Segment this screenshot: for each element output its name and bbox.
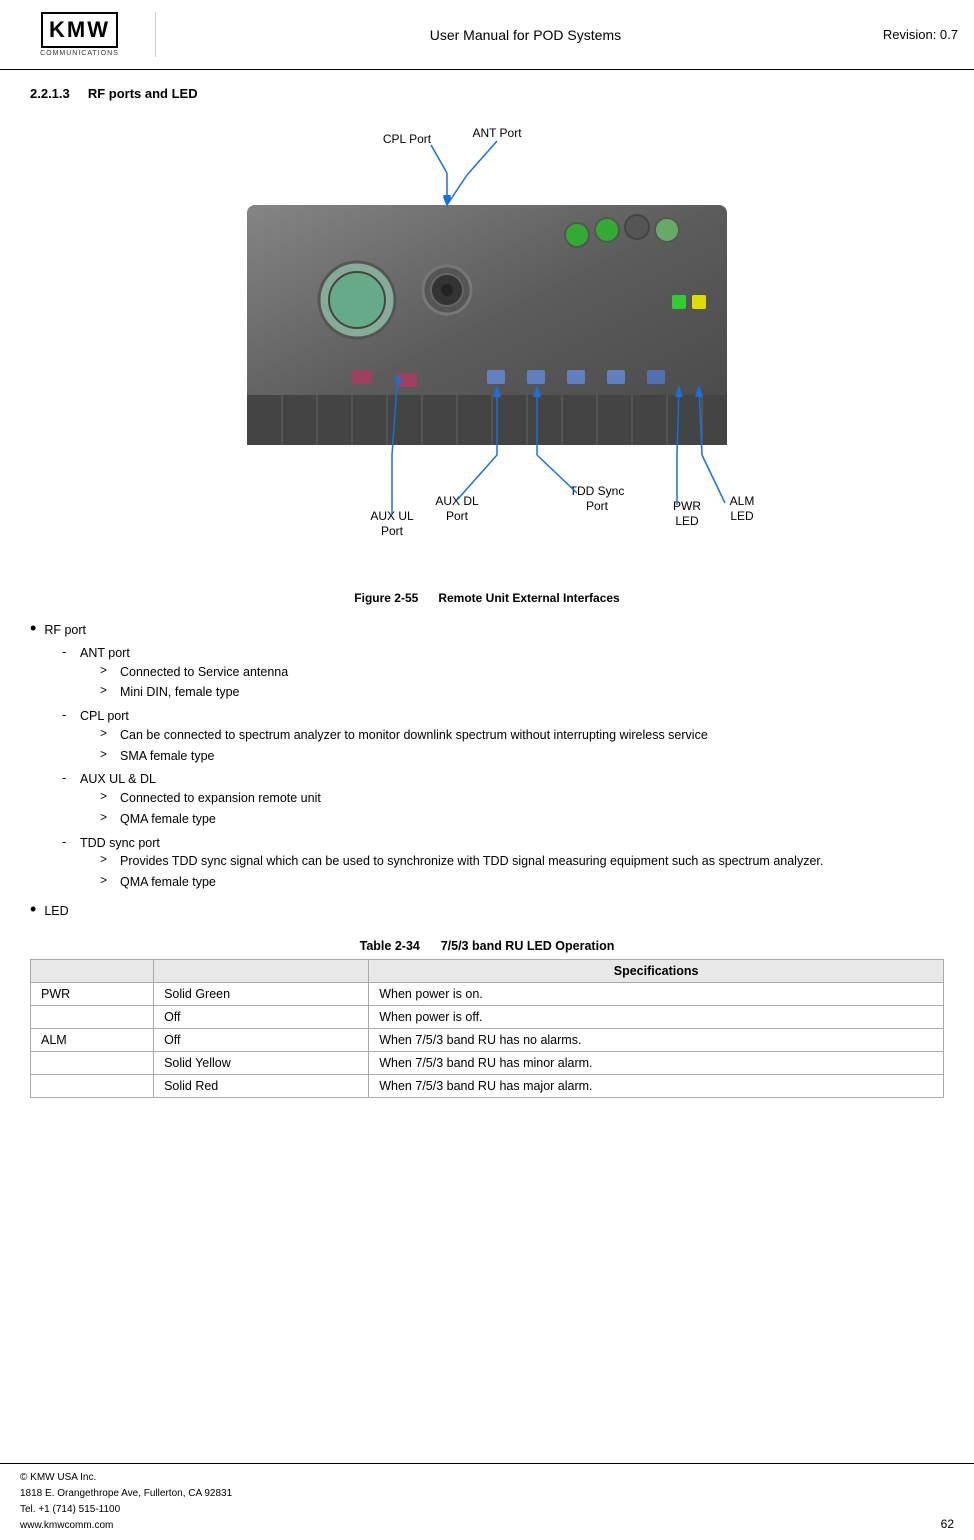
tdd-label: TDD sync port — [80, 836, 160, 850]
sub-item-ant: - ANT port > Connected to Service antenn… — [62, 644, 944, 704]
table-body: PWR Solid Green When power is on. Off Wh… — [31, 982, 944, 1097]
section-heading: 2.2.1.3 RF ports and LED — [30, 86, 944, 101]
diagram-wrapper: CPL Port ANT Port AUX UL Port AUX DL Por… — [137, 115, 837, 585]
bullet-led: • LED — [30, 902, 944, 921]
table-col2-header — [154, 959, 369, 982]
row1-col3: When power is on. — [369, 982, 944, 1005]
row2-col1 — [31, 1005, 154, 1028]
sub-item-tdd: - TDD sync port > Provides TDD sync sign… — [62, 834, 944, 894]
footer-address: 1818 E. Orangethrope Ave, Fullerton, CA … — [20, 1486, 232, 1502]
bullet-rf-label: RF port — [44, 621, 86, 640]
logo-sub: COMMUNICATIONS — [40, 50, 119, 57]
cpl-port-label: CPL port — [80, 709, 129, 723]
row1-col2: Solid Green — [154, 982, 369, 1005]
header-revision: Revision: 0.7 — [883, 27, 958, 42]
aux-item-2: > QMA female type — [100, 810, 321, 829]
ant-item-2: > Mini DIN, female type — [100, 683, 288, 702]
diagram-spacer — [137, 115, 837, 585]
row3-col2: Off — [154, 1028, 369, 1051]
row4-col2: Solid Yellow — [154, 1051, 369, 1074]
sub-list-rf: - ANT port > Connected to Service antenn… — [62, 644, 944, 894]
header-title: User Manual for POD Systems — [168, 27, 883, 43]
row5-col1 — [31, 1074, 154, 1097]
ant-port-label: ANT port — [80, 646, 130, 660]
led-table: Specifications PWR Solid Green When powe… — [30, 959, 944, 1098]
figure-title: Remote Unit External Interfaces — [438, 591, 619, 605]
table-caption-text: Table 2-34 7/5/3 band RU LED Operation — [360, 939, 615, 953]
logo-box: KMW — [41, 12, 118, 48]
row2-col2: Off — [154, 1005, 369, 1028]
table-col1-header — [31, 959, 154, 982]
tdd-item-2: > QMA female type — [100, 873, 823, 892]
bullet-led-dot: • — [30, 900, 36, 918]
row4-col1 — [31, 1051, 154, 1074]
aux-item-1: > Connected to expansion remote unit — [100, 789, 321, 808]
bullet-section-rf: • RF port - ANT port > Connected to Serv… — [30, 621, 944, 894]
tdd-item-1: > Provides TDD sync signal which can be … — [100, 852, 823, 871]
ant-item-1: > Connected to Service antenna — [100, 663, 288, 682]
page-header: KMW COMMUNICATIONS User Manual for POD S… — [0, 0, 974, 70]
tdd-sub-list: > Provides TDD sync signal which can be … — [100, 852, 823, 892]
table-row: Off When power is off. — [31, 1005, 944, 1028]
sub-item-aux: - AUX UL & DL > Connected to expansion r… — [62, 770, 944, 830]
row4-col3: When 7/5/3 band RU has minor alarm. — [369, 1051, 944, 1074]
table-col3-header: Specifications — [369, 959, 944, 982]
footer-tel: Tel. +1 (714) 515-1100 — [20, 1502, 232, 1518]
table-row: ALM Off When 7/5/3 band RU has no alarms… — [31, 1028, 944, 1051]
row3-col3: When 7/5/3 band RU has no alarms. — [369, 1028, 944, 1051]
bullet-led-label: LED — [44, 902, 68, 921]
figure-number: Figure 2-55 — [354, 591, 418, 605]
page-content: 2.2.1.3 RF ports and LED — [0, 70, 974, 1114]
sub-item-cpl: - CPL port > Can be connected to spectru… — [62, 707, 944, 767]
aux-sub-list: > Connected to expansion remote unit > Q… — [100, 789, 321, 829]
row2-col3: When power is off. — [369, 1005, 944, 1028]
ant-sub-list: > Connected to Service antenna > Mini DI… — [100, 663, 288, 703]
table-row: PWR Solid Green When power is on. — [31, 982, 944, 1005]
footer-info: © KMW USA Inc. 1818 E. Orangethrope Ave,… — [20, 1470, 232, 1534]
row5-col2: Solid Red — [154, 1074, 369, 1097]
figure-caption: Figure 2-55 Remote Unit External Interfa… — [30, 591, 944, 605]
footer-page-number: 62 — [941, 1515, 954, 1534]
table-caption: Table 2-34 7/5/3 band RU LED Operation — [30, 939, 944, 953]
section-title: RF ports and LED — [88, 86, 198, 101]
aux-label: AUX UL & DL — [80, 772, 156, 786]
row5-col3: When 7/5/3 band RU has major alarm. — [369, 1074, 944, 1097]
footer-website: www.kmwcomm.com — [20, 1518, 232, 1534]
cpl-item-2: > SMA female type — [100, 747, 708, 766]
table-header-row: Specifications — [31, 959, 944, 982]
row1-col1: PWR — [31, 982, 154, 1005]
row3-col1: ALM — [31, 1028, 154, 1051]
section-number: 2.2.1.3 — [30, 86, 70, 101]
logo-kmw: KMW — [49, 17, 110, 43]
bullet-rf-port: • RF port — [30, 621, 944, 640]
cpl-sub-list: > Can be connected to spectrum analyzer … — [100, 726, 708, 766]
table-row: Solid Red When 7/5/3 band RU has major a… — [31, 1074, 944, 1097]
bullet-dot: • — [30, 619, 36, 637]
page-footer: © KMW USA Inc. 1818 E. Orangethrope Ave,… — [0, 1463, 974, 1540]
logo-area: KMW COMMUNICATIONS — [16, 12, 156, 57]
table-row: Solid Yellow When 7/5/3 band RU has mino… — [31, 1051, 944, 1074]
footer-company: © KMW USA Inc. — [20, 1470, 232, 1486]
cpl-item-1: > Can be connected to spectrum analyzer … — [100, 726, 708, 745]
